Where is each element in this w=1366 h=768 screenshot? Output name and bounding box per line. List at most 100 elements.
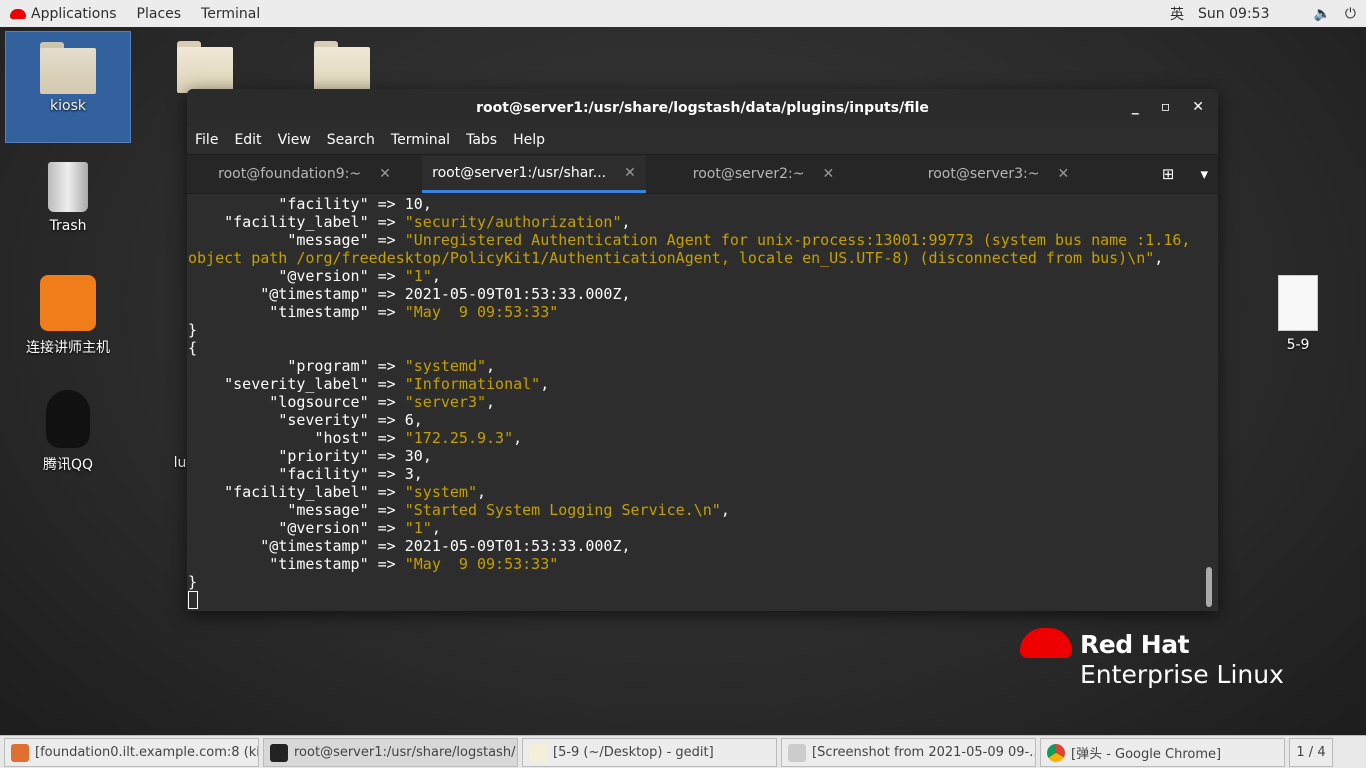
field-line: "message" => "Started System Logging Ser… (188, 501, 730, 519)
desktop-folder[interactable] (279, 31, 405, 93)
menu-terminal[interactable]: Terminal (383, 132, 458, 148)
field-line: "@timestamp" => 2021-05-09T01:53:33.000Z… (188, 537, 631, 555)
field-value: "Informational" (404, 375, 541, 393)
taskbar-label: [5-9 (~/Desktop) - gedit] (553, 745, 714, 760)
taskbar-label: root@server1:/usr/share/logstash/... (294, 745, 518, 760)
taskbar-item-remote[interactable]: [foundation0.ilt.example.com:8 (kio... (4, 738, 259, 767)
taskbar-label: [foundation0.ilt.example.com:8 (kio... (35, 745, 259, 760)
trash-icon (48, 162, 88, 212)
field-line: "logsource" => "server3", (188, 393, 496, 411)
field-line: "facility_label" => "security/authorizat… (188, 213, 631, 231)
tab-server3[interactable]: root@server3:~ ✕ (881, 155, 1116, 193)
volume-icon[interactable]: 🔈 (1313, 6, 1330, 22)
desktop-icon-trash[interactable]: Trash (5, 158, 131, 234)
field-key: "host" => (188, 429, 405, 447)
new-tab-icon[interactable]: ⊞ (1162, 165, 1175, 183)
field-key: "priority" => (188, 447, 405, 465)
places-menu[interactable]: Places (127, 0, 192, 27)
scrollbar-thumb[interactable] (1206, 567, 1212, 607)
menu-tabs[interactable]: Tabs (458, 132, 505, 148)
field-line: "timestamp" => "May 9 09:53:33" (188, 555, 1204, 573)
menu-help[interactable]: Help (505, 132, 553, 148)
field-key: "@version" => (188, 519, 405, 537)
close-button[interactable]: ✕ (1192, 99, 1204, 115)
desktop-folder[interactable] (142, 31, 268, 93)
field-key: "timestamp" => (188, 555, 405, 573)
field-line: "facility" => 3, (188, 465, 423, 483)
qq-penguin-icon (46, 390, 90, 448)
clock[interactable]: Sun 09:53 (1198, 6, 1269, 22)
desktop-icon-qq[interactable]: 腾讯QQ (5, 390, 131, 474)
tab-server2[interactable]: root@server2:~ ✕ (646, 155, 881, 193)
field-key: "facility" => (188, 465, 405, 483)
menu-search[interactable]: Search (319, 132, 383, 148)
desktop-icon-kiosk[interactable]: kiosk (5, 31, 131, 143)
menu-view[interactable]: View (270, 132, 319, 148)
field-line: "host" => "172.25.9.3", (188, 429, 523, 447)
field-key: "@timestamp" => (188, 285, 405, 303)
field-value: 3 (404, 465, 414, 483)
field-value: "security/authorization" (404, 213, 622, 231)
close-tab-icon[interactable]: ✕ (823, 166, 835, 182)
terminal-cursor (188, 591, 198, 609)
applications-menu[interactable]: Applications (0, 0, 127, 27)
taskbar-item-terminal[interactable]: root@server1:/usr/share/logstash/... (263, 738, 518, 767)
field-value: 6 (404, 411, 414, 429)
field-line: "severity" => 6, (188, 411, 423, 429)
close-tab-icon[interactable]: ✕ (379, 166, 391, 182)
scrollbar[interactable] (1206, 197, 1214, 607)
field-value: "Started System Logging Service.\n" (404, 501, 721, 519)
field-key: "@version" => (188, 267, 405, 285)
input-method-indicator[interactable]: 英 (1170, 4, 1184, 24)
field-key: "timestamp" => (188, 303, 405, 321)
menu-bar: File Edit View Search Terminal Tabs Help (187, 126, 1218, 154)
menu-edit[interactable]: Edit (226, 132, 269, 148)
gedit-icon (529, 743, 547, 762)
field-value: "1" (404, 267, 432, 285)
field-value: "172.25.9.3" (404, 429, 514, 447)
tab-label: root@server2:~ (692, 166, 805, 182)
field-value: "systemd" (404, 357, 487, 375)
desktop-icon-5-9[interactable]: 5-9 (1235, 275, 1361, 353)
title-bar[interactable]: root@server1:/usr/share/logstash/data/pl… (187, 89, 1218, 126)
taskbar-item-gedit[interactable]: [5-9 (~/Desktop) - gedit] (522, 738, 777, 767)
menu-file[interactable]: File (187, 132, 226, 148)
field-key: "facility" => (188, 195, 405, 213)
field-key: "message" => (188, 231, 405, 249)
power-icon[interactable]: ⏻ (1345, 6, 1356, 22)
terminal-window[interactable]: root@server1:/usr/share/logstash/data/pl… (187, 89, 1218, 611)
icon-label: kiosk (50, 98, 86, 114)
close-tab-icon[interactable]: ✕ (624, 165, 636, 181)
chrome-icon (1047, 743, 1065, 762)
tab-server1[interactable]: root@server1:/usr/shar... ✕ (422, 155, 646, 193)
tabs-dropdown-icon[interactable]: ▾ (1200, 165, 1208, 183)
taskbar-item-chrome[interactable]: [弹头 - Google Chrome] (1040, 738, 1285, 767)
minimize-button[interactable]: _ (1132, 99, 1139, 115)
workspace-switcher[interactable]: 1 / 4 (1289, 738, 1333, 767)
taskbar: [foundation0.ilt.example.com:8 (kio... r… (0, 735, 1366, 768)
field-line: "program" => "systemd", (188, 357, 496, 375)
field-value: "server3" (404, 393, 487, 411)
taskbar-item-screenshot[interactable]: [Screenshot from 2021-05-09 09-... (781, 738, 1036, 767)
field-line: "@timestamp" => 2021-05-09T01:53:33.000Z… (188, 285, 631, 303)
icon-label: lu (173, 455, 187, 471)
field-line: "facility" => 10, (188, 195, 432, 213)
field-key: "severity_label" => (188, 375, 405, 393)
field-line: "facility_label" => "system", (188, 483, 487, 501)
terminal-app-menu[interactable]: Terminal (191, 0, 270, 27)
tab-foundation9[interactable]: root@foundation9:~ ✕ (187, 155, 422, 193)
terminal-output[interactable]: "facility" => 10, "facility_label" => "s… (188, 195, 1204, 609)
icon-label: 5-9 (1286, 337, 1310, 353)
field-line: "message" => "Unregistered Authenticatio… (188, 231, 1200, 267)
taskbar-label: [Screenshot from 2021-05-09 09-... (812, 745, 1036, 760)
terminal-icon (270, 743, 288, 762)
taskbar-label: [弹头 - Google Chrome] (1071, 747, 1222, 762)
icon-label: 连接讲师主机 (26, 340, 110, 356)
close-tab-icon[interactable]: ✕ (1058, 166, 1070, 182)
field-key: "facility_label" => (188, 213, 405, 231)
field-value: 30 (404, 447, 423, 465)
desktop-icon-remote[interactable]: 连接讲师主机 (5, 275, 131, 357)
field-value: 10 (404, 195, 423, 213)
maximize-button[interactable]: ▫ (1161, 99, 1171, 115)
redhat-icon (10, 8, 26, 19)
